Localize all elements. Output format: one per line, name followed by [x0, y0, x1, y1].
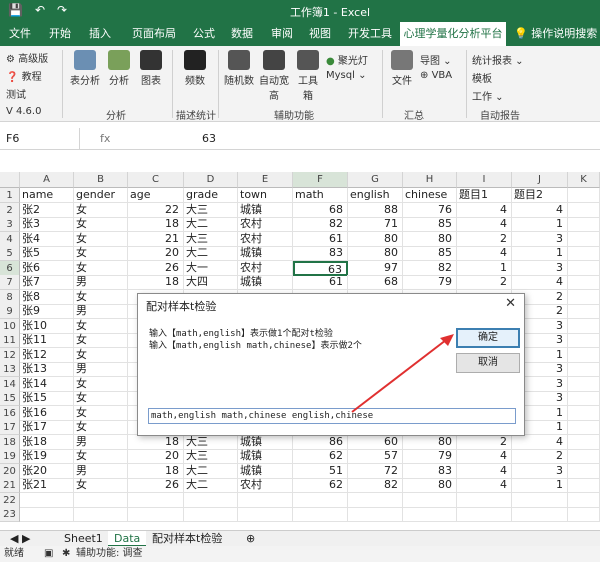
arrow-line: [351, 339, 447, 413]
annotation-arrow: [351, 334, 454, 413]
